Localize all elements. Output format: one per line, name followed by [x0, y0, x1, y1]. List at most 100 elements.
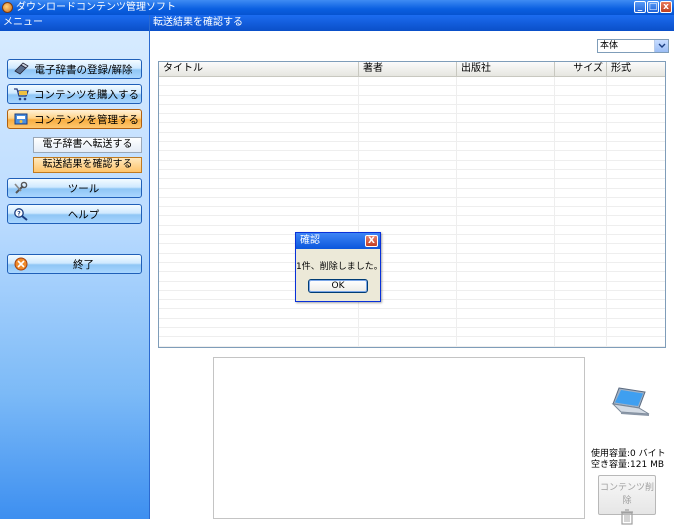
table-row[interactable] [159, 235, 665, 245]
table-row[interactable] [159, 151, 665, 161]
table-cell [607, 151, 665, 159]
minimize-button[interactable]: _ [634, 1, 646, 13]
table-cell [359, 142, 457, 151]
storage-select[interactable]: 本体 [597, 39, 669, 53]
table-cell [555, 151, 607, 160]
table-row[interactable] [159, 244, 665, 254]
table-row[interactable] [159, 77, 665, 87]
column-author[interactable]: 著者 [359, 62, 457, 76]
table-cell [159, 197, 359, 207]
table-row[interactable] [159, 132, 665, 143]
delete-content-label: コンテンツ削除 [599, 483, 654, 506]
table-cell [359, 132, 457, 142]
transfer-result-table[interactable]: タイトル 著者 出版社 サイズ 形式 [158, 61, 666, 348]
table-row[interactable] [159, 290, 665, 301]
submenu-transfer-to-dictionary[interactable]: 電子辞書へ転送する [33, 137, 142, 153]
table-row[interactable] [159, 262, 665, 273]
table-cell [555, 95, 607, 104]
table-row[interactable] [159, 300, 665, 310]
dialog-ok-button[interactable]: OK [308, 279, 368, 293]
table-row[interactable] [159, 225, 665, 236]
table-row[interactable] [159, 188, 665, 198]
table-row[interactable] [159, 104, 665, 115]
menu-exit-label: 終了 [73, 258, 94, 271]
table-cell [555, 328, 607, 337]
chevron-down-icon[interactable] [654, 40, 668, 52]
dialog-title: 確認 [300, 235, 320, 246]
maximize-button[interactable]: □ [647, 1, 659, 13]
dialog-titlebar[interactable]: 確認 X [296, 233, 380, 249]
table-cell [607, 114, 665, 122]
menu-register-dictionary[interactable]: 電子辞書の登録/解除 [7, 59, 142, 79]
menu-exit[interactable]: 終了 [7, 254, 142, 274]
table-cell [359, 169, 457, 179]
table-row[interactable] [159, 123, 665, 133]
delete-content-button[interactable]: コンテンツ削除 [598, 475, 656, 525]
laptop-icon [605, 386, 653, 423]
table-row[interactable] [159, 337, 665, 347]
table-cell [607, 254, 665, 262]
table-cell [359, 151, 457, 160]
column-publisher[interactable]: 出版社 [457, 62, 555, 76]
table-row[interactable] [159, 253, 665, 263]
menu-tools[interactable]: ツール [7, 178, 142, 198]
table-cell [555, 253, 607, 262]
table-cell [555, 188, 607, 197]
table-cell [607, 179, 665, 187]
table-row[interactable] [159, 281, 665, 291]
table-cell [607, 105, 665, 113]
table-cell [607, 319, 665, 327]
table-cell [607, 263, 665, 271]
table-cell [457, 169, 555, 179]
table-cell [359, 179, 457, 188]
menu-tools-label: ツール [67, 182, 100, 195]
table-row[interactable] [159, 179, 665, 189]
table-cell [555, 169, 607, 179]
table-cell [607, 86, 665, 94]
table-cell [359, 77, 457, 86]
table-cell [159, 188, 359, 197]
table-cell [457, 151, 555, 160]
table-cell [555, 114, 607, 123]
table-cell [607, 244, 665, 252]
column-title[interactable]: タイトル [159, 62, 359, 76]
table-row[interactable] [159, 309, 665, 319]
table-row[interactable] [159, 142, 665, 152]
menu-manage-content[interactable]: コンテンツを管理する [7, 109, 142, 129]
table-cell [359, 160, 457, 169]
table-cell [457, 225, 555, 235]
table-row[interactable] [159, 318, 665, 329]
table-cell [555, 318, 607, 328]
table-row[interactable] [159, 216, 665, 226]
table-cell [457, 179, 555, 188]
table-row[interactable] [159, 207, 665, 217]
table-cell [555, 272, 607, 281]
cart-icon [13, 87, 29, 101]
table-row[interactable] [159, 95, 665, 105]
table-cell [607, 216, 665, 224]
used-capacity-label: 使用容量: [591, 449, 631, 459]
column-format[interactable]: 形式 [607, 62, 665, 76]
table-row[interactable] [159, 272, 665, 282]
dialog-message: 1件、削除しました。 [296, 262, 383, 272]
table-row[interactable] [159, 114, 665, 124]
table-row[interactable] [159, 197, 665, 208]
close-button[interactable]: x [660, 1, 672, 13]
dialog-close-button[interactable]: X [365, 235, 378, 247]
sidebar: メニュー 電子辞書の登録/解除 コンテンツを購入する コンテンツを管理する 電子… [0, 15, 150, 519]
table-row[interactable] [159, 160, 665, 170]
menu-purchase-content[interactable]: コンテンツを購入する [7, 84, 142, 104]
table-row[interactable] [159, 169, 665, 180]
menu-help[interactable]: ? ヘルプ [7, 204, 142, 224]
table-cell [607, 300, 665, 308]
free-capacity-label: 空き容量: [591, 460, 631, 470]
table-row[interactable] [159, 86, 665, 96]
column-size[interactable]: サイズ [555, 62, 607, 76]
content-preview-pane [213, 357, 585, 519]
submenu-check-transfer-result[interactable]: 転送結果を確認する [33, 157, 142, 173]
table-cell [457, 95, 555, 104]
window-titlebar[interactable]: ダウンロードコンテンツ管理ソフト _ □ x [0, 0, 674, 15]
table-row[interactable] [159, 328, 665, 338]
table-cell [457, 337, 555, 346]
table-cell [359, 328, 457, 337]
